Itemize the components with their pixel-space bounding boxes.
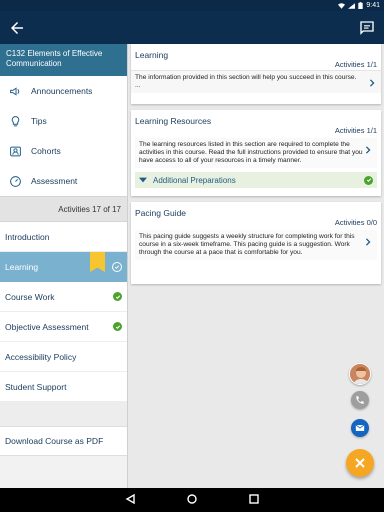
card-description: The information provided in this section… [135,74,357,81]
chevron-right-icon [367,74,377,87]
status-bar: 9:41 [0,0,384,11]
email-button[interactable] [351,419,369,437]
nav-back-button[interactable] [125,491,135,509]
signal-icon [348,2,356,9]
learning-header: Learning Activities 1/1 [131,44,381,71]
sidebar-divider [0,402,127,426]
system-nav-bar [0,488,384,512]
circle-home-icon [187,494,197,504]
back-button[interactable] [8,19,26,37]
battery-icon [358,2,364,9]
triangle-back-icon [125,493,135,505]
square-recents-icon [249,494,259,504]
card-activities: Activities 1/1 [334,126,377,135]
nav-label: Assessment [31,176,78,186]
app-bar [0,11,384,44]
card-description: This pacing guide suggests a weekly stru… [139,233,355,256]
call-button[interactable] [351,391,369,409]
speedometer-icon [8,174,22,188]
resources-item[interactable]: The learning resources listed in this se… [135,138,377,168]
section-student-support[interactable]: Student Support [0,372,127,402]
people-icon [8,144,22,158]
close-icon [355,458,365,468]
card-ellipsis: ... [135,82,141,89]
section-objective-assessment[interactable]: Objective Assessment [0,312,127,342]
pacing-guide-item[interactable]: This pacing guide suggests a weekly stru… [135,230,377,260]
download-label: Download Course as PDF [5,436,104,446]
chat-button[interactable] [358,19,376,37]
learning-body: The information provided in this section… [131,71,381,93]
chevron-right-icon [363,141,373,154]
nav-announcements[interactable]: Announcements [0,76,127,106]
course-sidebar: C132 Elements of Effective Communication… [0,44,128,488]
section-label: Accessibility Policy [5,351,77,362]
learning-resources-card: Learning Resources Activities 1/1 The le… [131,110,381,196]
card-title: Pacing Guide [135,208,187,218]
activities-summary: Activities 17 of 17 [0,196,127,222]
arrow-back-icon [11,22,23,34]
card-description: The learning resources listed in this se… [139,141,363,164]
nav-label: Tips [31,116,47,126]
wifi-icon [338,2,346,9]
check-circle-icon [112,261,122,272]
section-learning[interactable]: Learning [0,252,127,282]
learning-card[interactable]: Learning Activities 1/1 The information … [131,44,381,104]
status-time: 9:41 [366,2,380,9]
card-text: The information provided in this section… [135,74,367,90]
triangle-down-icon [139,177,147,183]
card-title: Learning Resources [135,116,212,126]
sub-section-label: Additional Preparations [153,175,236,185]
nav-label: Cohorts [31,146,61,156]
mail-icon [355,424,365,431]
status-icons: 9:41 [338,0,380,11]
section-accessibility-policy[interactable]: Accessibility Policy [0,342,127,372]
chevron-right-icon [363,233,373,246]
section-introduction[interactable]: Introduction [0,222,127,252]
check-circle-icon [113,292,122,301]
pacing-guide-card: Pacing Guide Activities 0/0 This pacing … [131,202,381,284]
phone-icon [356,396,364,404]
nav-recents-button[interactable] [249,491,259,509]
section-label: Introduction [5,231,50,242]
section-label: Student Support [5,381,67,392]
nav-cohorts[interactable]: Cohorts [0,136,127,166]
chat-icon [360,21,374,35]
nav-home-button[interactable] [187,491,197,509]
card-activities: Activities 1/1 [334,60,377,69]
course-nav: Announcements Tips Cohorts Assessment [0,76,127,196]
section-content: Learning Activities 1/1 The information … [129,44,384,488]
nav-assessment[interactable]: Assessment [0,166,127,196]
card-title: Learning [131,44,381,60]
course-title: C132 Elements of Effective Communication [0,44,127,76]
lightbulb-icon [8,114,22,128]
nav-tips[interactable]: Tips [0,106,127,136]
close-fab-button[interactable] [346,449,374,477]
card-activities: Activities 0/0 [334,218,377,227]
section-label: Course Work [5,291,55,302]
check-circle-icon [113,322,122,331]
mentor-avatar-button[interactable] [349,363,371,385]
download-pdf-button[interactable]: Download Course as PDF [0,426,127,456]
additional-preparations-row[interactable]: Additional Preparations [135,172,377,188]
section-label: Objective Assessment [5,321,89,332]
nav-label: Announcements [31,86,93,96]
section-list: Introduction Learning Course Work Object… [0,222,127,402]
section-course-work[interactable]: Course Work [0,282,127,312]
megaphone-icon [8,84,22,98]
check-circle-icon [364,175,373,185]
